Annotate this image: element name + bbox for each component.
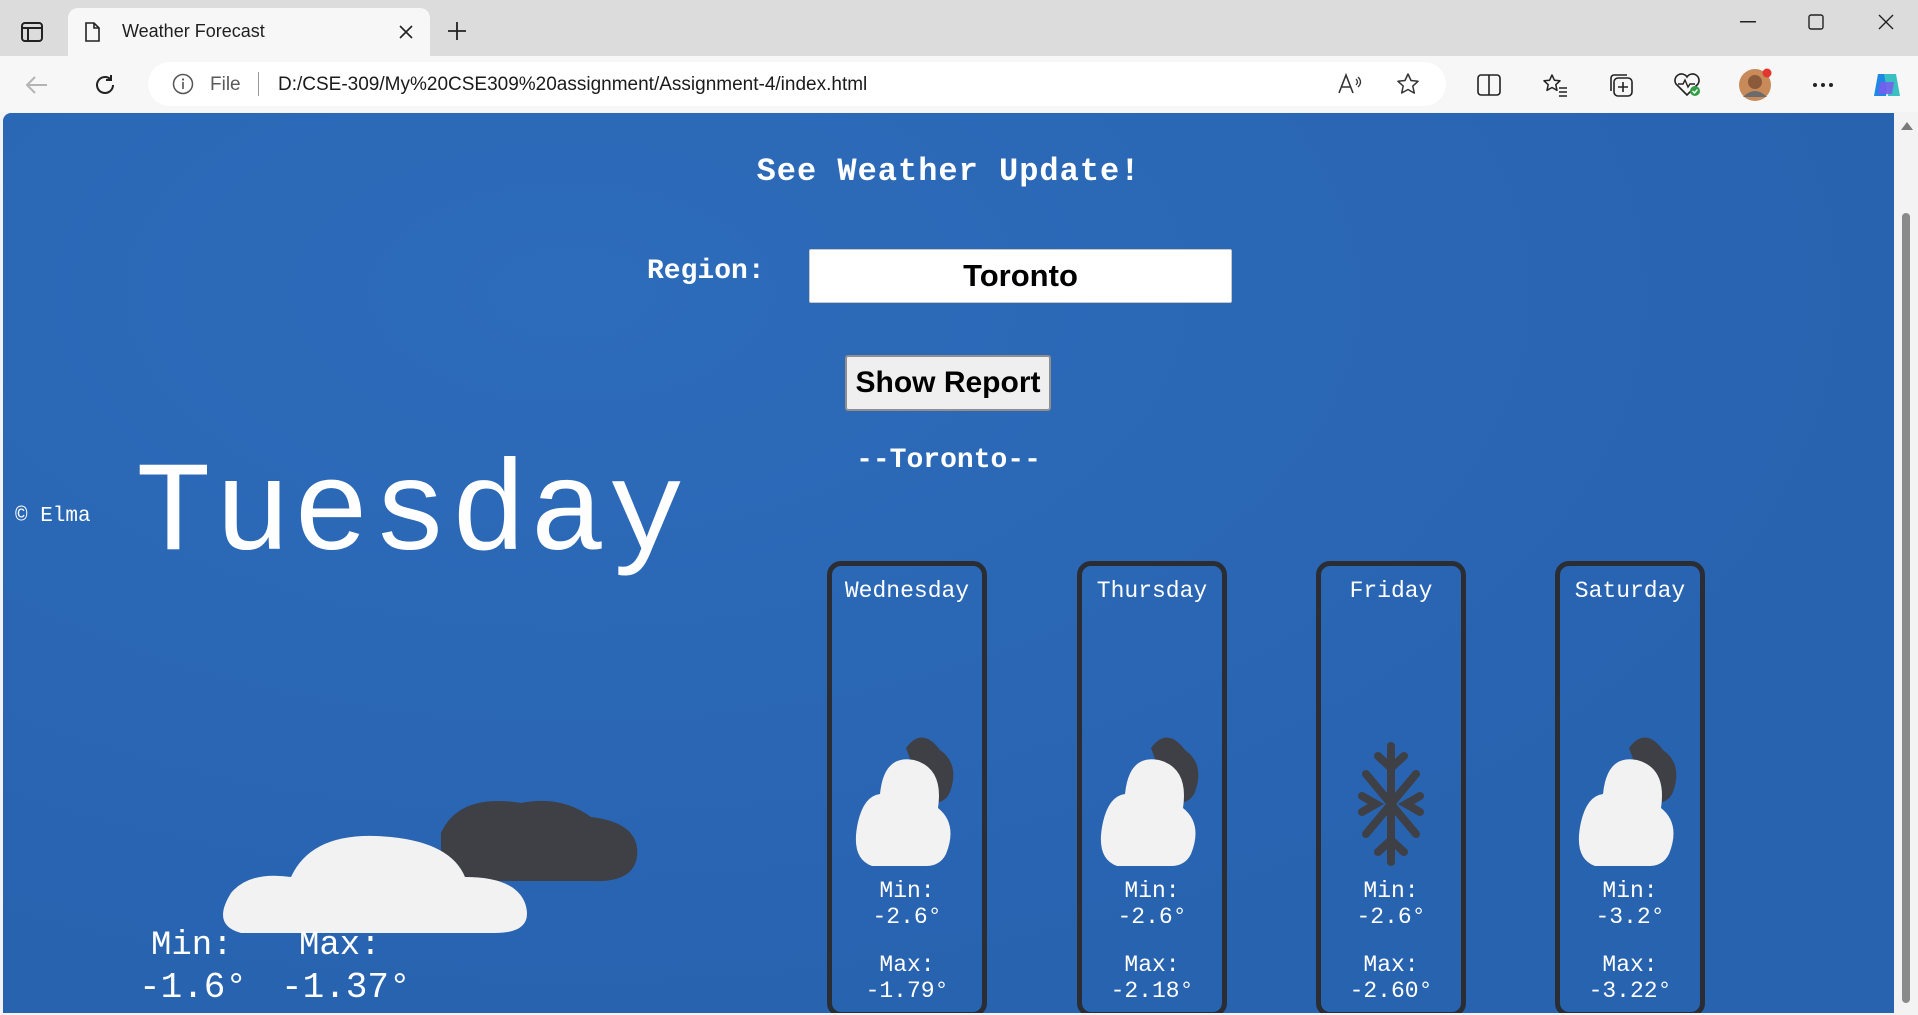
- region-label: Region:: [647, 256, 765, 287]
- forecast-max-label: Max:: [879, 952, 935, 978]
- forecast-card: Friday Min: -2.6° Max: -2.60°: [1316, 561, 1466, 1013]
- minimize-icon[interactable]: [1720, 4, 1776, 40]
- favorite-star-icon[interactable]: [1392, 68, 1424, 100]
- region-input[interactable]: [809, 249, 1232, 303]
- forecast-card: Thursday Min: -2.6° Max: -2.18°: [1077, 561, 1227, 1013]
- tab-actions-icon[interactable]: [12, 14, 52, 50]
- forecast-min-value: -2.6°: [1356, 904, 1426, 930]
- page-heading: See Weather Update!: [756, 153, 1141, 190]
- copilot-icon[interactable]: [1868, 66, 1906, 104]
- tab-title: Weather Forecast: [122, 21, 265, 41]
- copyright-text: © Elma: [15, 505, 91, 528]
- forecast-min-label: Min:: [1363, 878, 1419, 904]
- profile-avatar[interactable]: [1736, 66, 1774, 104]
- tab-strip: Weather Forecast: [0, 0, 1918, 56]
- browser-toolbar: File D:/CSE-309/My%20CSE309%20assignment…: [0, 56, 1918, 112]
- document-icon: [84, 22, 100, 47]
- show-report-button[interactable]: Show Report: [845, 355, 1051, 411]
- more-menu-icon[interactable]: [1804, 66, 1842, 104]
- back-icon[interactable]: [18, 66, 56, 104]
- address-bar[interactable]: File D:/CSE-309/My%20CSE309%20assignment…: [148, 62, 1446, 106]
- forecast-max-value: -2.18°: [1110, 978, 1194, 1004]
- page-viewport: See Weather Update! Region: Show Report …: [3, 113, 1894, 1013]
- today-min-label: Min:: [151, 927, 233, 965]
- reload-icon[interactable]: [86, 66, 124, 104]
- today-max-label: Max:: [299, 927, 381, 965]
- today-max-value: -1.37°: [281, 967, 411, 1008]
- forecast-min-label: Min:: [1602, 878, 1658, 904]
- scrollbar-thumb[interactable]: [1902, 213, 1910, 1003]
- cloudy-icon: [832, 734, 982, 874]
- browser-essentials-icon[interactable]: [1668, 66, 1706, 104]
- scroll-up-icon[interactable]: [1901, 122, 1913, 130]
- tab-weather-forecast[interactable]: Weather Forecast: [68, 8, 430, 56]
- forecast-card: Saturday Min: -3.2° Max: -3.22°: [1555, 561, 1705, 1013]
- forecast-max-value: -1.79°: [865, 978, 949, 1004]
- today-day-name: Tuesday: [135, 443, 687, 588]
- forecast-max-value: -3.22°: [1588, 978, 1672, 1004]
- maximize-icon[interactable]: [1788, 4, 1844, 40]
- snow-icon: [1321, 734, 1461, 874]
- forecast-max-label: Max:: [1602, 952, 1658, 978]
- partly-cloudy-icon: [221, 793, 681, 948]
- close-tab-icon[interactable]: [394, 20, 418, 44]
- close-window-icon[interactable]: [1858, 4, 1914, 40]
- forecast-day-name: Saturday: [1574, 578, 1686, 604]
- forecast-max-value: -2.60°: [1349, 978, 1433, 1004]
- address-separator: [258, 72, 259, 96]
- split-screen-icon[interactable]: [1470, 66, 1508, 104]
- collections-icon[interactable]: [1602, 66, 1640, 104]
- today-min-value: -1.6°: [139, 967, 248, 1008]
- info-icon[interactable]: [172, 73, 194, 100]
- forecast-day-name: Friday: [1349, 578, 1433, 604]
- scheme-label: File: [210, 74, 241, 95]
- favorites-icon[interactable]: [1536, 66, 1574, 104]
- cloudy-icon: [1560, 734, 1700, 874]
- new-tab-icon[interactable]: [440, 14, 474, 48]
- forecast-min-value: -3.2°: [1595, 904, 1665, 930]
- forecast-min-value: -2.6°: [1117, 904, 1187, 930]
- forecast-max-label: Max:: [1363, 952, 1419, 978]
- forecast-day-name: Wednesday: [844, 578, 970, 604]
- forecast-min-label: Min:: [879, 878, 935, 904]
- forecast-card: Wednesday Min: -2.6° Max: -1.79°: [827, 561, 987, 1013]
- forecast-min-value: -2.6°: [872, 904, 942, 930]
- vertical-scrollbar[interactable]: [1894, 113, 1918, 1015]
- forecast-day-name: Thursday: [1096, 578, 1208, 604]
- forecast-max-label: Max:: [1124, 952, 1180, 978]
- read-aloud-icon[interactable]: [1334, 68, 1366, 100]
- url-text[interactable]: D:/CSE-309/My%20CSE309%20assignment/Assi…: [278, 74, 867, 96]
- cloudy-icon: [1082, 734, 1222, 874]
- forecast-min-label: Min:: [1124, 878, 1180, 904]
